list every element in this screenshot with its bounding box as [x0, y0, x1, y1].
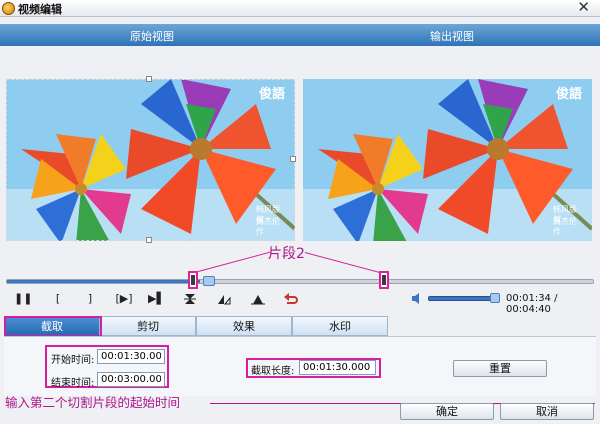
segment-start-marker[interactable] — [188, 271, 198, 289]
step-frame-button[interactable]: ▶▌ — [148, 292, 165, 306]
output-watermark: 俊語 — [556, 87, 583, 102]
output-subtitle-2: 周杰伦作 — [553, 217, 577, 236]
playhead-thumb[interactable] — [203, 276, 215, 286]
original-view-label: 原始视图 — [130, 30, 174, 43]
instruction-annotation: 输入第二个切割片段的起始时间 — [5, 395, 181, 410]
video-watermark: 俊語 — [259, 87, 286, 102]
reset-button[interactable]: 重置 — [453, 360, 547, 377]
mark-out-button[interactable]: ] — [82, 292, 98, 306]
tab-cut[interactable]: 剪切 — [100, 316, 196, 336]
start-time-label: 开始时间: — [51, 355, 95, 366]
timeline-track[interactable] — [6, 279, 594, 284]
crop-handle-bottom[interactable] — [146, 237, 152, 243]
current-time: 00:01:34 — [506, 293, 551, 304]
crop-handle-top[interactable] — [146, 76, 152, 82]
output-view-label: 输出视图 — [430, 30, 474, 43]
volume-icon[interactable] — [412, 293, 424, 304]
time-separator: / — [550, 293, 558, 304]
close-button[interactable]: ✕ — [577, 0, 590, 16]
crop-handle-right[interactable] — [290, 156, 296, 162]
rotate-icon[interactable] — [283, 292, 299, 306]
annotation-line-right — [304, 252, 383, 274]
play-segment-button[interactable]: [▶] — [113, 292, 135, 306]
window-title: 视频编辑 — [18, 3, 62, 16]
timeline-progress — [7, 280, 200, 283]
ok-button[interactable]: 确定 — [400, 403, 494, 420]
total-time: 00:04:40 — [506, 304, 551, 315]
volume-slider[interactable] — [428, 296, 498, 301]
trim-length-input[interactable] — [299, 360, 376, 375]
title-bar: 视频编辑 ✕ — [0, 0, 600, 17]
end-time-input[interactable] — [97, 372, 165, 387]
tab-effects[interactable]: 效果 — [196, 316, 292, 336]
mark-in-button[interactable]: [ — [50, 292, 66, 306]
cancel-button[interactable]: 取消 — [500, 403, 594, 420]
flip-right-icon[interactable] — [250, 292, 266, 306]
tab-watermark[interactable]: 水印 — [292, 316, 388, 336]
original-video-preview[interactable]: 俊語 韩风版权 周杰伦作 — [6, 79, 295, 241]
video-subtitle-2: 周杰伦作 — [256, 217, 280, 236]
pinwheel-image — [6, 79, 295, 241]
start-time-input[interactable] — [97, 349, 165, 364]
segment-annotation-label: 片段2 — [268, 246, 305, 262]
segment-end-marker[interactable] — [379, 271, 389, 289]
pause-button[interactable]: ❚❚ — [14, 292, 32, 306]
output-video-preview: 俊語 韩风版权 周杰伦作 — [303, 79, 592, 241]
trim-length-label: 截取长度: — [251, 366, 295, 377]
annotation-line-left — [198, 251, 271, 272]
tab-highlight-box — [4, 316, 102, 337]
view-header: 原始视图 输出视图 — [0, 24, 600, 46]
flip-vertical-icon[interactable] — [182, 292, 198, 306]
app-icon — [2, 2, 15, 15]
volume-thumb[interactable] — [490, 293, 500, 303]
time-display: 00:01:34 / 00:04:40 — [506, 293, 600, 315]
end-time-label: 结束时间: — [51, 378, 95, 389]
pinwheel-image-output — [303, 79, 592, 241]
flip-left-icon[interactable] — [216, 292, 232, 306]
